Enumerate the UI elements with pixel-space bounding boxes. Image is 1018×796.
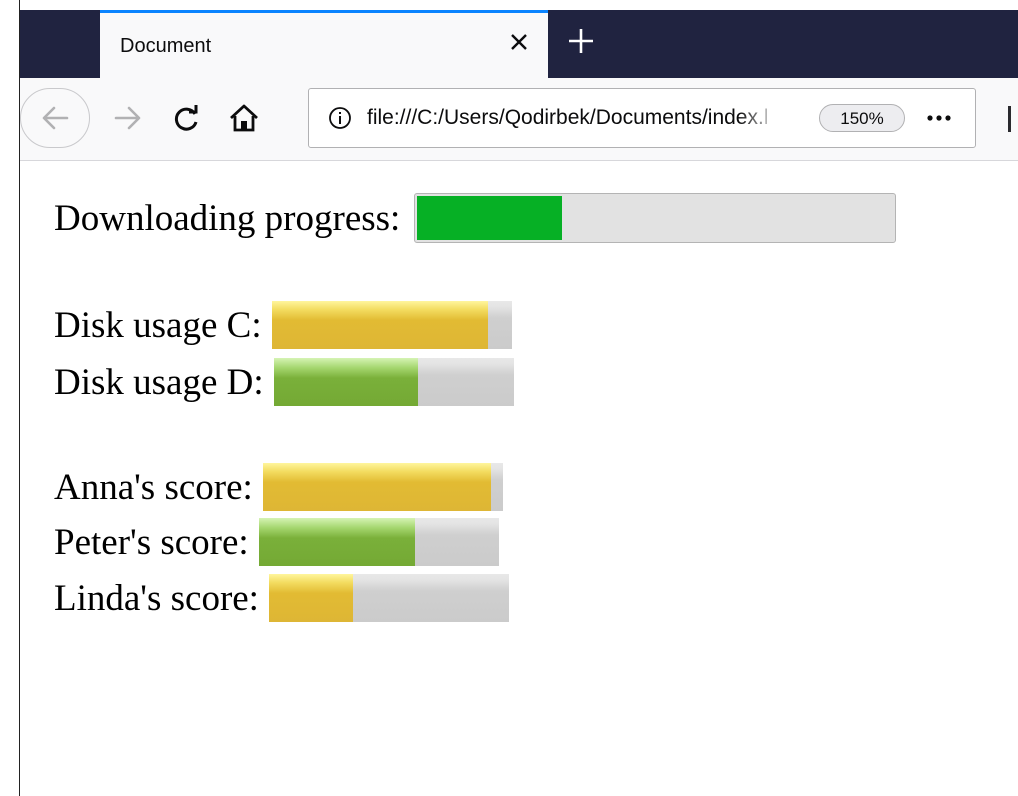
peter-score-meter-fill [258,518,415,566]
download-progress-bar [414,193,897,243]
disk-c-meter-fill [271,301,488,349]
peter-score-row: Peter's score: [54,517,499,567]
close-tab-icon[interactable] [504,27,534,57]
info-icon[interactable] [327,105,353,136]
page-content: Downloading progress: Disk usage C: Disk… [20,161,1018,796]
linda-score-meter-fill [268,574,353,622]
toolbar-overflow-edge [1008,106,1011,132]
peter-score-meter [258,518,499,566]
disk-d-label: Disk usage D: [54,361,264,403]
tab-title: Document [120,35,212,57]
url-fade [739,97,779,139]
anna-score-meter-fill [262,463,491,511]
linda-score-label: Linda's score: [54,577,259,619]
anna-score-meter [262,463,503,511]
forward-arrow-icon[interactable] [110,100,146,136]
back-arrow-icon [37,100,73,141]
linda-score-meter [268,574,509,622]
navigation-bar: file:///C:/Users/Qodirbek/Documents/inde… [20,78,1018,161]
address-bar[interactable]: file:///C:/Users/Qodirbek/Documents/inde… [308,88,976,148]
download-row: Downloading progress: [54,193,897,243]
page-actions-icon[interactable] [921,103,957,133]
disk-c-label: Disk usage C: [54,304,262,346]
linda-score-row: Linda's score: [54,573,509,623]
anna-score-row: Anna's score: [54,462,503,512]
disk-d-meter-fill [273,358,418,406]
disk-d-row: Disk usage D: [54,357,514,407]
browser-window: Document file:///C:/Users/Qodirbek/Docum… [20,0,1018,796]
window-edge [0,0,20,796]
reload-icon[interactable] [168,100,204,136]
back-button[interactable] [20,88,90,148]
new-tab-icon[interactable] [564,24,598,58]
zoom-level-badge[interactable]: 150% [819,104,905,132]
home-icon[interactable] [226,100,262,136]
download-progress-fill [417,196,563,240]
tab-strip: Document [20,0,1018,78]
disk-c-row: Disk usage C: [54,300,512,350]
url-text[interactable]: file:///C:/Users/Qodirbek/Documents/inde… [367,106,767,130]
peter-score-label: Peter's score: [54,521,249,563]
tab-document[interactable]: Document [100,10,548,78]
disk-d-meter [273,358,514,406]
download-label: Downloading progress: [54,197,401,239]
disk-c-meter [271,301,512,349]
anna-score-label: Anna's score: [54,466,253,508]
